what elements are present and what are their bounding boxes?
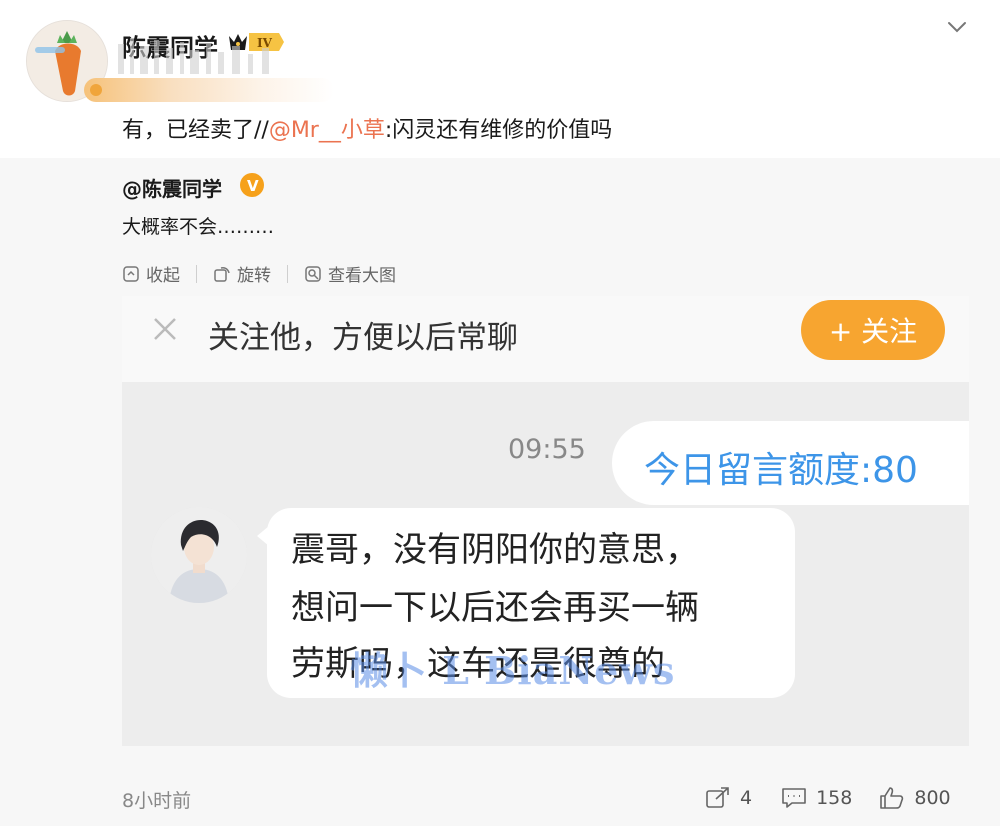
message-time: 09:55 <box>508 434 586 465</box>
verify-mark: V <box>247 177 259 195</box>
collapse-label: 收起 <box>146 266 180 286</box>
view-large-label: 查看大图 <box>328 266 396 286</box>
like-button[interactable]: 800 <box>878 786 951 810</box>
chevron-down-icon[interactable] <box>944 14 970 40</box>
repost-text: 大概率不会……… <box>122 216 275 238</box>
verified-badge-icon: V <box>240 173 264 197</box>
watermark: 懒卜 L BiaNews <box>350 648 676 693</box>
fan-badge-bars <box>118 34 348 86</box>
like-icon <box>880 787 904 809</box>
repost-author[interactable]: @陈震同学 <box>122 173 222 202</box>
rotate-button[interactable]: 旋转 <box>213 261 271 286</box>
collapse-icon <box>123 265 139 282</box>
post-time: 8小时前 <box>122 790 192 812</box>
mention-link[interactable]: @Mr__小草 <box>269 118 385 143</box>
chat-avatar <box>151 507 247 603</box>
quota-text: 今日留言额度:80 <box>644 450 918 491</box>
action-bar: 4 158 800 <box>704 786 951 810</box>
post-text-suffix: :闪灵还有维修的价值吗 <box>384 118 613 143</box>
image-actions: 收起 旋转 查看大图 <box>122 261 396 286</box>
follow-button: + 关注 <box>801 300 945 360</box>
message-line: 震哥，没有阴阳你的意思， <box>291 530 699 570</box>
fan-badge-dot <box>90 84 102 96</box>
post-text: 有，已经卖了//@Mr__小草:闪灵还有维修的价值吗 <box>122 112 612 144</box>
comment-count: 158 <box>816 787 853 809</box>
post-text-prefix: 有，已经卖了// <box>122 118 269 143</box>
view-large-button[interactable]: 查看大图 <box>304 261 396 286</box>
repost-icon <box>706 787 729 808</box>
divider <box>196 264 197 283</box>
comment-icon <box>782 788 806 808</box>
repost-button[interactable]: 4 <box>704 786 752 810</box>
close-icon <box>152 316 178 342</box>
collapse-button[interactable]: 收起 <box>122 261 180 286</box>
like-count: 800 <box>914 787 951 809</box>
comment-button[interactable]: 158 <box>780 786 852 810</box>
follow-banner: 关注他，方便以后常聊 + 关注 <box>122 296 969 382</box>
rotate-icon <box>214 266 230 282</box>
rotate-label: 旋转 <box>237 266 271 286</box>
follow-tip: 关注他，方便以后常聊 <box>208 320 518 356</box>
attached-image[interactable]: 关注他，方便以后常聊 + 关注 09:55 今日留言额度:80 震哥，没有阴阳你… <box>122 296 969 746</box>
repost-count: 4 <box>740 787 753 809</box>
view-large-icon <box>305 265 321 282</box>
message-line: 想问一下以后还会再买一辆 <box>291 588 699 628</box>
divider <box>287 264 288 283</box>
